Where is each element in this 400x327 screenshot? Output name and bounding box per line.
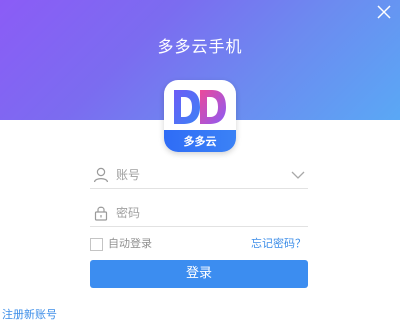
forgot-password-link[interactable]: 忘记密码？: [251, 236, 306, 252]
account-field[interactable]: [90, 164, 308, 189]
logo-band-text: 多多云: [183, 135, 217, 148]
auto-login-label: 自动登录: [108, 237, 152, 250]
login-options: 自动登录 忘记密码？: [90, 236, 308, 254]
login-button[interactable]: 登录: [90, 260, 308, 288]
account-input[interactable]: [116, 164, 276, 186]
user-icon: [93, 167, 109, 183]
lock-icon: [94, 206, 108, 221]
close-button[interactable]: [374, 2, 394, 22]
app-logo: 多多云: [164, 80, 236, 152]
close-icon: [377, 5, 391, 19]
password-field[interactable]: [90, 202, 308, 227]
login-window: 多多云手机 多多云 账号 自动登录 忘记密码？ 登录 注册新账号: [0, 0, 400, 327]
chevron-down-icon[interactable]: [290, 168, 306, 182]
window-title: 多多云手机: [157, 37, 243, 56]
password-input[interactable]: [116, 202, 276, 224]
logo-mark-icon: [174, 90, 226, 124]
register-link[interactable]: 注册新账号: [2, 306, 57, 322]
auto-login-checkbox[interactable]: [90, 238, 103, 251]
